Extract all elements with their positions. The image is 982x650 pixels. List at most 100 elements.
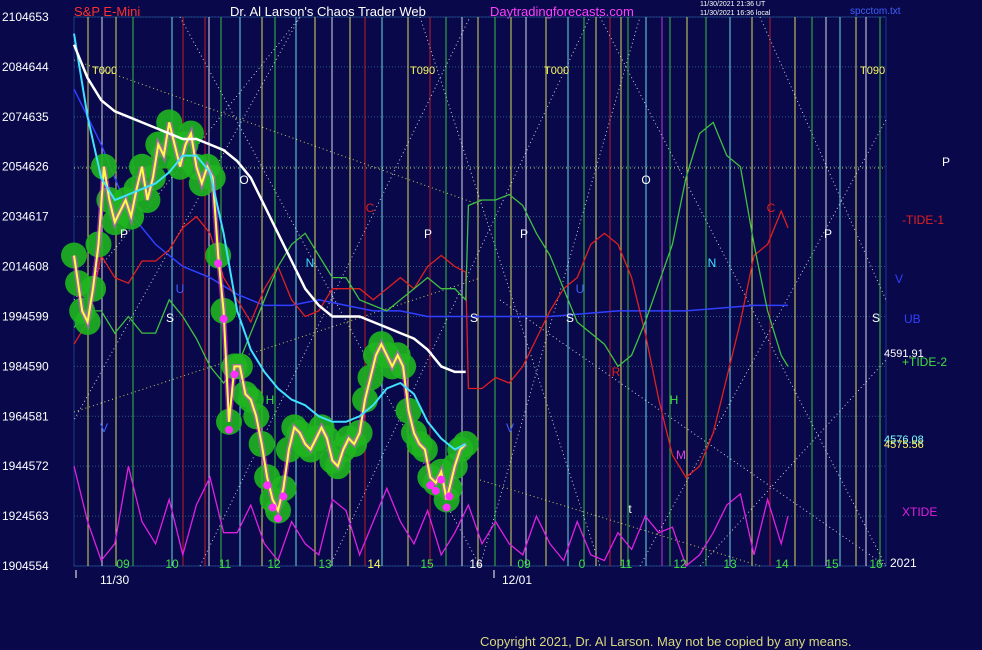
planet-letter: H (670, 393, 679, 407)
y-right-tick-label: 4644 (22, 60, 49, 74)
series-label: V (895, 272, 903, 286)
planet-letter: P (824, 227, 832, 241)
dotted-line (759, 16, 887, 301)
y-right-tick-label: 4653 (22, 10, 49, 24)
x-year-label: 2021 (890, 556, 917, 570)
top-marker-label: T000 (544, 65, 569, 77)
top-marker-label: T000 (92, 65, 117, 77)
pink-marker-dot (214, 259, 223, 268)
y-left-tick-label: 205 (2, 160, 22, 174)
top-marker-label: T090 (860, 65, 885, 77)
y-right-tick-label: 4572 (22, 459, 49, 473)
dotted-line (699, 359, 887, 567)
planet-letter: P (120, 227, 128, 241)
chart-labels: 210 4653 208 4644 207 4635 205 4626 203 4617 201 46… (2, 10, 950, 587)
planet-letter: P (424, 227, 432, 241)
x-date-label: 12/01 (502, 573, 532, 587)
y-right-tick-label: 4617 (22, 210, 49, 224)
y-left-tick-label: 210 (2, 10, 22, 24)
pink-marker-dot (445, 492, 454, 501)
y-left-tick-label: 199 (2, 309, 22, 323)
planet-letter: V (100, 421, 108, 435)
chart-plot: 210 4653 208 4644 207 4635 205 4626 203 4617 201 46… (2, 10, 950, 587)
dotted-line (73, 277, 481, 413)
planet-letter: U (176, 282, 185, 296)
pink-marker-dot (431, 486, 440, 495)
planet-letter: H (266, 393, 275, 407)
planet-letter: S (566, 311, 574, 325)
x-time-tick-label: 12 (673, 557, 687, 571)
planet-letter: C (767, 201, 776, 215)
y-right-tick-label: 4608 (22, 260, 49, 274)
series-label: UB (904, 312, 921, 326)
y-left-tick-label: 208 (2, 60, 22, 74)
planet-letter: P (942, 155, 950, 169)
price-readout: 4575.56 (884, 439, 924, 451)
x-time-tick-label: 09 (517, 557, 531, 571)
series-lines (61, 33, 789, 568)
planet-letter: S (470, 311, 478, 325)
planet-letter: P (520, 227, 528, 241)
y-left-tick-label: 207 (2, 110, 22, 124)
y-left-tick-label: 198 (2, 359, 22, 373)
y-left-tick-label: 203 (2, 210, 22, 224)
y-right-tick-label: 4554 (22, 559, 49, 573)
y-right-tick-label: 4599 (22, 309, 49, 323)
planet-letter: V (506, 421, 514, 435)
pink-marker-dot (219, 314, 228, 323)
y-right-tick-label: 4581 (22, 409, 49, 423)
dotted-line (599, 16, 887, 567)
planet-letter: t (628, 502, 632, 516)
x-time-tick-label: 11 (219, 557, 232, 571)
tide1-line (73, 209, 789, 479)
y-right-tick-label: 4590 (22, 359, 49, 373)
x-time-tick-label: 12 (267, 557, 281, 571)
dotted-line (479, 16, 641, 567)
pink-marker-dot (225, 425, 234, 434)
dotted-line (499, 299, 887, 567)
y-right-tick-label: 4563 (22, 509, 49, 523)
planet-letter: M (676, 448, 686, 462)
planet-letter: O (239, 173, 248, 187)
pink-marker-dot (230, 370, 239, 379)
x-time-tick-label: 13 (318, 557, 332, 571)
price-readout: 4591.91 (884, 348, 924, 360)
series-label: XTIDE (902, 505, 937, 519)
planet-letter: S (872, 311, 880, 325)
y-right-tick-label: 4626 (22, 160, 49, 174)
dotted-line (639, 119, 887, 567)
pink-marker-dot (442, 503, 451, 512)
x-time-tick-label: 15 (420, 557, 434, 571)
x-time-tick-label: 16 (469, 557, 483, 571)
pink-marker-dot (274, 514, 282, 523)
planet-letter: S (166, 311, 174, 325)
x-time-tick-label: 09 (116, 557, 130, 571)
x-time-tick-label: 14 (367, 557, 381, 571)
top-marker-label: T090 (410, 65, 435, 77)
planet-letter: O (641, 173, 650, 187)
planet-letter: N (306, 256, 315, 270)
x-date-label: 11/30 (100, 573, 129, 587)
x-time-tick-label: 14 (775, 557, 789, 571)
x-time-tick-label: 16 (869, 557, 883, 571)
planet-letter: R (612, 365, 621, 379)
planet-letter: C (366, 201, 375, 215)
pink-marker-dot (268, 503, 277, 512)
copyright-text: Copyright 2021, Dr. Al Larson. May not b… (480, 634, 852, 649)
x-time-tick-label: 0 (579, 557, 586, 571)
x-time-tick-label: 11 (620, 557, 633, 571)
y-left-tick-label: 194 (2, 459, 22, 473)
x-time-tick-label: 10 (165, 557, 179, 571)
x-time-tick-label: 15 (825, 557, 839, 571)
pink-marker-dot (437, 475, 446, 484)
y-left-tick-label: 196 (2, 409, 22, 423)
y-left-tick-label: 192 (2, 509, 22, 523)
planet-letter: N (708, 256, 717, 270)
y-right-tick-label: 4635 (22, 110, 49, 124)
pink-marker-dot (263, 481, 272, 490)
pink-marker-dot (279, 492, 288, 501)
planet-letter: U (576, 282, 585, 296)
series-label: -TIDE-1 (902, 213, 944, 227)
y-left-tick-label: 201 (2, 260, 22, 274)
x-time-tick-label: 13 (723, 557, 737, 571)
